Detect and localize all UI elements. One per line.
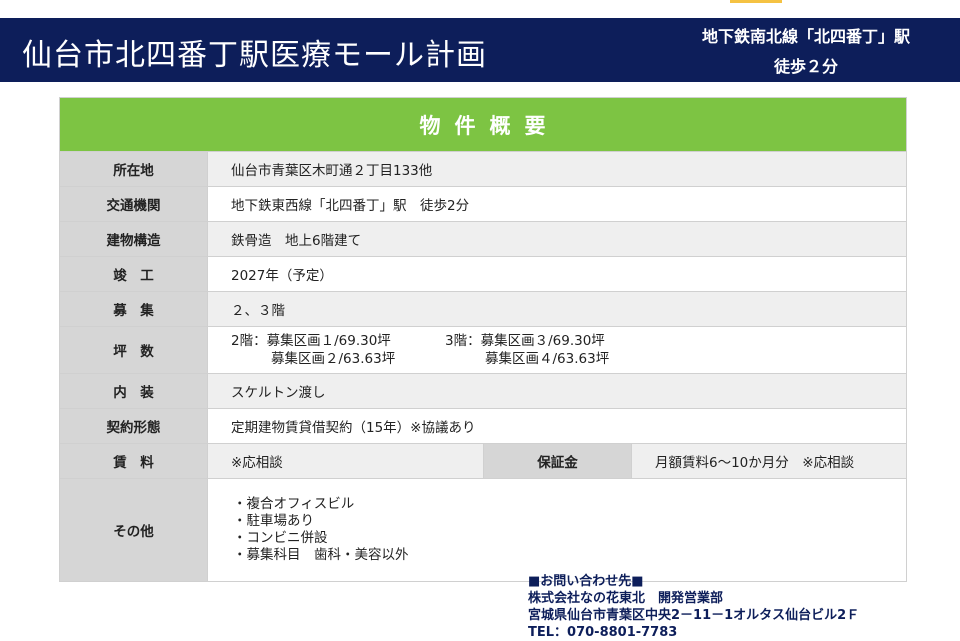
others-value: ・複合オフィスビル ・駐車場あり ・コンビニ併設 ・募集科目 歯科・美容以外 [207, 478, 907, 582]
table-row: 所在地 仙台市青葉区木町通２丁目133他 [59, 151, 907, 187]
area-item: 募集区画２/63.63坪 [271, 351, 396, 367]
row-label: 所在地 [59, 151, 208, 187]
table-row: 契約形態 定期建物賃貸借契約（15年）※協議あり [59, 408, 907, 444]
table-row: 賃 料 ※応相談 保証金 月額賃料6～10か月分 ※応相談 [59, 443, 907, 479]
station-access: 地下鉄南北線「北四番丁」駅 徒歩２分 [676, 22, 936, 82]
area-value: 2階：募集区画１/69.30坪 3階：募集区画３/69.30坪 募集区画２/63… [207, 326, 907, 374]
completion-value: 2027年（予定） [207, 256, 907, 292]
row-label: 坪 数 [59, 326, 208, 374]
row-label: 内 装 [59, 373, 208, 409]
list-item: ・コンビニ併設 [233, 530, 328, 546]
contact-address: 宮城県仙台市青葉区中央2－11－1オルタス仙台ビル2Ｆ [528, 608, 860, 623]
contact-block: ■お問い合わせ先■ 株式会社なの花東北 開発営業部 宮城県仙台市青葉区中央2－1… [528, 573, 859, 641]
contact-heading: ■お問い合わせ先■ [528, 574, 644, 589]
table-row: 交通機関 地下鉄東西線「北四番丁」駅 徒歩2分 [59, 186, 907, 222]
area-item: 募集区画４/63.63坪 [485, 351, 610, 367]
transport-value: 地下鉄東西線「北四番丁」駅 徒歩2分 [207, 186, 907, 222]
table-row: 募 集 ２、３階 [59, 291, 907, 327]
deposit-value: 月額賃料6～10か月分 ※応相談 [631, 443, 907, 479]
accent-bar [730, 0, 782, 3]
table-row: 竣 工 2027年（予定） [59, 256, 907, 292]
area-item: 3階：募集区画３/69.30坪 [445, 333, 605, 349]
table-row: 建物構造 鉄骨造 地上6階建て [59, 221, 907, 257]
structure-value: 鉄骨造 地上6階建て [207, 221, 907, 257]
area-item: 2階：募集区画１/69.30坪 [231, 333, 391, 349]
page-title: 仙台市北四番丁駅医療モール計画 [22, 38, 487, 73]
row-label: その他 [59, 478, 208, 582]
list-item: ・募集科目 歯科・美容以外 [233, 547, 409, 563]
table-row: その他 ・複合オフィスビル ・駐車場あり ・コンビニ併設 ・募集科目 歯科・美容… [59, 478, 907, 582]
deposit-label: 保証金 [483, 443, 632, 479]
property-outline-table: 物件概要 所在地 仙台市青葉区木町通２丁目133他 交通機関 地下鉄東西線「北四… [59, 97, 907, 582]
row-label: 賃 料 [59, 443, 208, 479]
row-label: 契約形態 [59, 408, 208, 444]
contact-tel: TEL：070-8801-7783 [528, 625, 678, 640]
row-label: 交通機関 [59, 186, 208, 222]
contact-company: 株式会社なの花東北 開発営業部 [528, 591, 724, 606]
recruit-value: ２、３階 [207, 291, 907, 327]
row-label: 募 集 [59, 291, 208, 327]
location-value: 仙台市青葉区木町通２丁目133他 [207, 151, 907, 187]
rent-value: ※応相談 [207, 443, 484, 479]
list-item: ・複合オフィスビル [233, 496, 355, 512]
page-header: 仙台市北四番丁駅医療モール計画 地下鉄南北線「北四番丁」駅 徒歩２分 [0, 18, 960, 82]
walk-time: 徒歩２分 [773, 57, 838, 76]
table-row: 坪 数 2階：募集区画１/69.30坪 3階：募集区画３/69.30坪 募集区画… [59, 326, 907, 374]
row-label: 建物構造 [59, 221, 208, 257]
contract-value: 定期建物賃貸借契約（15年）※協議あり [207, 408, 907, 444]
outline-heading: 物件概要 [59, 97, 907, 152]
interior-value: スケルトン渡し [207, 373, 907, 409]
list-item: ・駐車場あり [233, 513, 314, 529]
row-label: 竣 工 [59, 256, 208, 292]
table-row: 内 装 スケルトン渡し [59, 373, 907, 409]
station-access-line: 地下鉄南北線「北四番丁」駅 [701, 27, 910, 46]
